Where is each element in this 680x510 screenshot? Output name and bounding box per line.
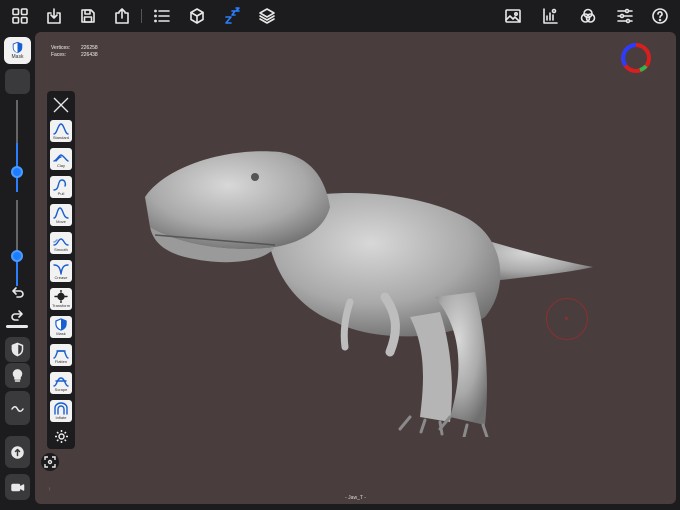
layers-icon[interactable]: [256, 5, 278, 27]
stroke-button[interactable]: [5, 391, 30, 425]
scrape-brush-icon: [53, 377, 69, 387]
mesh-stats: Vertices: 226258 Faces: 226438: [51, 45, 98, 59]
camera-button[interactable]: [5, 474, 30, 500]
move-brush-icon: [53, 207, 69, 219]
tool-label: Standard: [52, 135, 70, 140]
smooth-brush-icon: [53, 238, 69, 246]
shield-icon: [12, 41, 23, 54]
3d-viewport[interactable]: Vertices: 226258 Faces: 226438 - Jaw_T -…: [35, 32, 676, 504]
pressure-icon: [11, 445, 24, 459]
frame-view-icon[interactable]: [41, 453, 59, 471]
material-icon[interactable]: [539, 5, 561, 27]
redo-icon[interactable]: [8, 306, 26, 324]
mask-button-label: Mask: [11, 54, 24, 60]
vertices-label: Vertices:: [51, 45, 71, 51]
pen-pressure-button[interactable]: [5, 436, 30, 468]
app-window: Mask Vertices: 226258 Faces: 226438 - Ja…: [0, 0, 680, 510]
wave-icon: [11, 405, 24, 412]
transform-icon: [54, 290, 68, 303]
tool-label: Clay: [56, 163, 65, 168]
tool-label: Pull: [57, 191, 65, 196]
list-icon[interactable]: [151, 5, 173, 27]
clay-brush-icon: [53, 154, 69, 162]
share-icon[interactable]: [111, 5, 133, 27]
brush-center-dot: [565, 317, 568, 320]
vertices-value: 226258: [81, 45, 98, 51]
flatten-brush-icon: [53, 350, 69, 359]
shield-toggle-button[interactable]: [5, 337, 30, 362]
image-icon[interactable]: [502, 5, 524, 27]
tool-move[interactable]: Move: [50, 204, 72, 226]
tool-label: Inflate: [55, 415, 67, 420]
tool-scrape[interactable]: Scrape: [50, 372, 72, 394]
orientation-gizmo-icon[interactable]: [619, 41, 653, 75]
crease-brush-icon: [53, 264, 69, 275]
tool-label: Mask: [56, 331, 66, 336]
tool-flatten[interactable]: Flatten: [50, 344, 72, 366]
tool-label: Smooth: [54, 247, 68, 252]
radius-slider-thumb[interactable]: [11, 166, 23, 178]
tool-palette: Standard Clay Pull Move Smooth Crease Tr…: [47, 91, 75, 449]
tool-standard[interactable]: Standard: [50, 120, 72, 142]
tool-label: Transform: [51, 303, 71, 308]
save-icon[interactable]: [77, 5, 99, 27]
radius-slider[interactable]: [11, 100, 23, 192]
tool-label: Crease: [54, 275, 68, 280]
import-icon[interactable]: [43, 5, 65, 27]
grid-icon[interactable]: [9, 5, 31, 27]
mask-icon: [55, 318, 67, 331]
sliders-icon[interactable]: [614, 5, 636, 27]
empty-slot-button[interactable]: [5, 69, 30, 94]
lightbulb-icon: [12, 369, 23, 382]
help-icon[interactable]: [649, 5, 671, 27]
left-sidebar: Mask: [0, 32, 34, 510]
intensity-slider[interactable]: [11, 200, 23, 286]
sidebar-divider: [6, 325, 28, 328]
faces-label: Faces:: [51, 52, 67, 58]
tool-symmetry-icon[interactable]: [50, 94, 72, 116]
standard-brush-icon: [53, 123, 69, 135]
tool-mask[interactable]: Mask: [50, 316, 72, 338]
toolbar-separator: [141, 9, 142, 23]
undo-icon[interactable]: [8, 283, 26, 301]
sleep-icon[interactable]: [221, 5, 243, 27]
corner-mark: ↑: [48, 487, 51, 493]
cube-icon[interactable]: [186, 5, 208, 27]
tool-crease[interactable]: Crease: [50, 260, 72, 282]
tool-label: Move: [56, 219, 66, 224]
tool-smooth[interactable]: Smooth: [50, 232, 72, 254]
faces-value: 226438: [81, 52, 98, 58]
intensity-slider-thumb[interactable]: [11, 250, 23, 262]
tool-pull[interactable]: Pull: [50, 176, 72, 198]
light-button[interactable]: [5, 363, 30, 388]
tool-inflate[interactable]: Inflate: [50, 400, 72, 422]
tool-label: Flatten: [54, 359, 68, 364]
color-icon[interactable]: [577, 5, 599, 27]
dinosaur-model[interactable]: [105, 117, 605, 437]
video-camera-icon: [11, 483, 25, 491]
tool-settings-icon[interactable]: [52, 427, 70, 445]
inflate-brush-icon: [54, 402, 68, 415]
tool-clay[interactable]: Clay: [50, 148, 72, 170]
mask-button[interactable]: Mask: [4, 37, 31, 64]
pull-brush-icon: [53, 179, 67, 191]
half-shield-icon: [11, 342, 24, 357]
tool-label: Scrape: [54, 387, 68, 392]
tool-transform[interactable]: Transform: [50, 288, 72, 310]
top-toolbar: [0, 0, 680, 32]
object-name-label: - Jaw_T -: [345, 495, 366, 501]
